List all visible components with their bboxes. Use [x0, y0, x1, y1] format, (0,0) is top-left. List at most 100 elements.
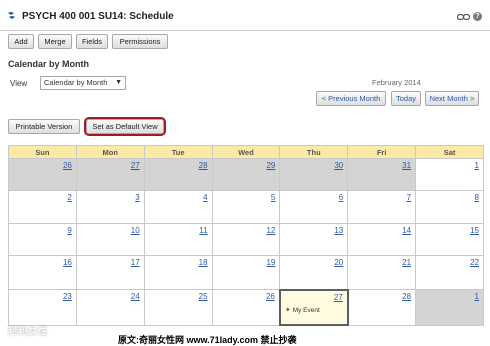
calendar-day-cell[interactable]: 3: [75, 190, 145, 224]
printable-version-button[interactable]: Printable Version: [8, 119, 80, 134]
calendar-day-cell[interactable]: 25: [143, 289, 213, 326]
day-number-link[interactable]: 11: [199, 226, 207, 235]
calendar-day-cell[interactable]: 30: [279, 157, 349, 192]
calendar-day-cell[interactable]: 13: [279, 222, 349, 257]
calendar-day-cell[interactable]: 31: [347, 157, 417, 192]
day-number-link[interactable]: 27: [334, 293, 343, 302]
day-number-link[interactable]: 24: [131, 292, 140, 301]
day-number-link[interactable]: 3: [135, 193, 139, 202]
day-number-link[interactable]: 27: [131, 161, 140, 170]
day-number-link[interactable]: 28: [199, 161, 208, 170]
calendar-week-row: 23 24 25 26 27 ✦ My Event 28 1: [8, 288, 484, 327]
calendar-day-cell[interactable]: 1: [415, 157, 484, 192]
calendar-day-cell[interactable]: 4: [143, 190, 213, 224]
calendar-week-row: 9 10 11 12 13 14 15: [8, 222, 484, 257]
day-number-link[interactable]: 19: [266, 258, 275, 267]
weekday-sat: Sat: [415, 145, 484, 159]
link-icon[interactable]: [457, 14, 470, 20]
day-number-link[interactable]: 21: [402, 258, 411, 267]
event-icon: ✦: [284, 306, 293, 314]
day-number-link[interactable]: 4: [203, 193, 207, 202]
calendar-day-cell[interactable]: 20: [279, 255, 349, 291]
day-number-link[interactable]: 2: [67, 193, 71, 202]
calendar-day-cell[interactable]: 27: [75, 157, 145, 192]
help-icon[interactable]: ?: [473, 12, 482, 21]
next-month-button[interactable]: Next Month >: [425, 91, 479, 106]
calendar-day-cell[interactable]: 15: [415, 222, 484, 257]
calendar-day-cell[interactable]: 26: [8, 157, 77, 192]
add-button[interactable]: Add: [8, 34, 34, 49]
calendar-day-cell[interactable]: 16: [8, 255, 77, 291]
day-number-link[interactable]: 5: [271, 193, 275, 202]
day-number-link[interactable]: 25: [199, 292, 208, 301]
day-number-link[interactable]: 15: [470, 226, 479, 235]
day-number-link[interactable]: 17: [131, 258, 140, 267]
today-button[interactable]: Today: [391, 91, 421, 106]
calendar-day-cell[interactable]: 7: [347, 190, 417, 224]
day-number-link[interactable]: 1: [475, 161, 479, 170]
calendar-day-cell[interactable]: 29: [211, 157, 281, 192]
weekday-sun: Sun: [8, 145, 77, 159]
weekday-wed: Wed: [211, 145, 281, 159]
day-number-link[interactable]: 20: [334, 258, 343, 267]
calendar-day-cell[interactable]: 1: [415, 289, 484, 326]
day-number-link[interactable]: 14: [402, 226, 411, 235]
day-number-link[interactable]: 18: [199, 258, 208, 267]
calendar-day-cell[interactable]: 12: [211, 222, 281, 257]
calendar-day-cell[interactable]: 22: [415, 255, 484, 291]
day-number-link[interactable]: 26: [63, 161, 72, 170]
watermark-text: 原文:奇丽女性网 www.71lady.com 禁止抄袭: [118, 335, 297, 345]
calendar-day-cell[interactable]: 11: [143, 222, 213, 257]
calendar-event[interactable]: ✦ My Event: [285, 306, 320, 314]
calendar-day-cell[interactable]: 28: [143, 157, 213, 192]
fields-button[interactable]: Fields: [76, 34, 108, 49]
weekday-thu: Thu: [279, 145, 349, 159]
calendar-day-cell[interactable]: 26: [211, 289, 281, 326]
permissions-button[interactable]: Permissions: [112, 34, 168, 49]
calendar-day-cell[interactable]: 9: [8, 222, 77, 257]
day-number-link[interactable]: 22: [470, 258, 479, 267]
event-title: My Event: [292, 306, 320, 314]
day-number-link[interactable]: 7: [407, 193, 411, 202]
weekday-mon: Mon: [75, 145, 145, 159]
weekday-tue: Tue: [143, 145, 213, 159]
calendar-day-cell[interactable]: 14: [347, 222, 417, 257]
calendar-day-cell[interactable]: 5: [211, 190, 281, 224]
day-number-link[interactable]: 26: [266, 292, 275, 301]
view-select[interactable]: Calendar by Month ▼: [40, 76, 126, 90]
merge-button[interactable]: Merge: [38, 34, 72, 49]
calendar-day-cell[interactable]: 24: [75, 289, 145, 326]
day-number-link[interactable]: 23: [63, 292, 72, 301]
title-bar: PSYCH 400 001 SU14: Schedule ?: [0, 0, 490, 31]
day-number-link[interactable]: 31: [402, 161, 411, 170]
calendar-day-cell[interactable]: 21: [347, 255, 417, 291]
day-number-link[interactable]: 29: [266, 161, 275, 170]
view-label: View: [10, 79, 28, 88]
day-number-link[interactable]: 12: [266, 226, 275, 235]
calendar-day-cell[interactable]: 2: [8, 190, 77, 224]
day-number-link[interactable]: 13: [334, 226, 343, 235]
day-number-link[interactable]: 16: [63, 258, 72, 267]
calendar-day-cell[interactable]: 19: [211, 255, 281, 291]
calendar-day-cell[interactable]: 17: [75, 255, 145, 291]
day-number-link[interactable]: 1: [475, 292, 479, 301]
calendar-day-cell[interactable]: 18: [143, 255, 213, 291]
day-number-link[interactable]: 28: [402, 292, 411, 301]
day-number-link[interactable]: 10: [131, 226, 140, 235]
set-default-view-button[interactable]: Set as Default View: [86, 119, 164, 134]
previous-month-button[interactable]: < Previous Month: [316, 91, 386, 106]
calendar-day-cell[interactable]: 8: [415, 190, 484, 224]
day-number-link[interactable]: 6: [339, 193, 343, 202]
day-number-link[interactable]: 8: [475, 193, 479, 202]
calendar-day-cell[interactable]: 6: [279, 190, 349, 224]
dropdown-caret-icon: ▼: [115, 79, 122, 86]
current-month-label: February 2014: [372, 78, 421, 87]
day-number-link[interactable]: 9: [67, 226, 71, 235]
calendar-day-cell[interactable]: 28: [347, 289, 417, 326]
tool-icon: [8, 12, 15, 19]
calendar-day-cell[interactable]: 27 ✦ My Event: [278, 288, 349, 327]
section-title: Calendar by Month: [8, 59, 90, 69]
day-number-link[interactable]: 30: [334, 161, 343, 170]
calendar-day-cell[interactable]: 10: [75, 222, 145, 257]
calendar-day-cell[interactable]: 23: [8, 289, 77, 326]
